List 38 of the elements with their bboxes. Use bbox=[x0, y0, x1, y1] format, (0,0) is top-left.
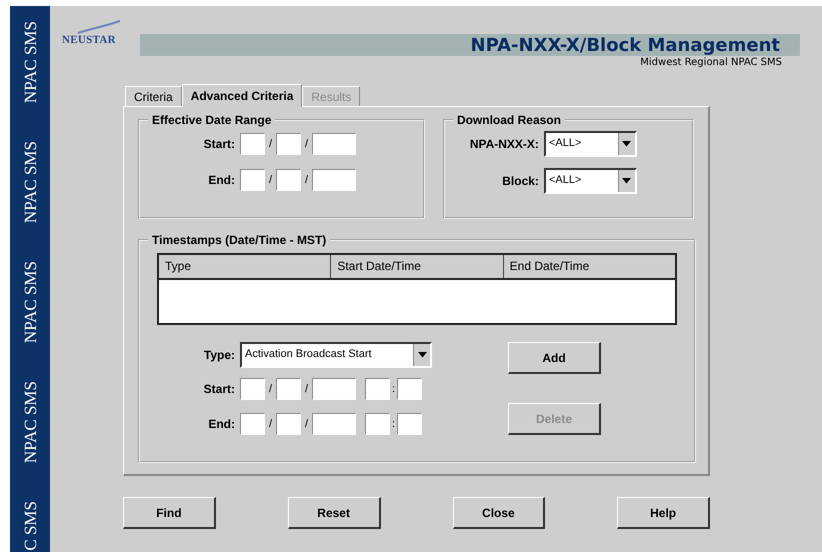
sidebar-label: NPAC SMS bbox=[22, 381, 38, 464]
action-button[interactable]: Find bbox=[123, 497, 216, 529]
action-button[interactable]: Reset bbox=[288, 497, 380, 529]
dropdown[interactable]: Activation Broadcast Start bbox=[240, 342, 432, 368]
field-label: Type: bbox=[202, 348, 235, 362]
dropdown[interactable]: <ALL> bbox=[544, 168, 637, 194]
sidebar-label: NPAC SMS bbox=[22, 21, 38, 104]
page-title: NPA-NXX-X/Block Management bbox=[470, 34, 780, 56]
add-button[interactable]: Add bbox=[508, 342, 601, 374]
dropdown[interactable]: <ALL> bbox=[544, 131, 637, 157]
separator: / bbox=[268, 418, 274, 430]
separator: / bbox=[268, 383, 274, 395]
sidebar-label: C SMS bbox=[22, 501, 38, 551]
group-title: Download Reason bbox=[456, 113, 562, 127]
tab[interactable]: Criteria bbox=[125, 86, 182, 106]
separator: : bbox=[390, 383, 396, 395]
group-title: Timestamps (Date/Time - MST) bbox=[151, 233, 328, 247]
field-label: Block: bbox=[501, 174, 539, 188]
separator: / bbox=[304, 418, 310, 430]
group-title: Effective Date Range bbox=[151, 113, 272, 127]
field-label: End: bbox=[207, 173, 235, 187]
separator: / bbox=[304, 174, 310, 186]
separator: : bbox=[390, 418, 396, 430]
action-button[interactable]: Help bbox=[617, 497, 710, 529]
logo-text: NEUSTAR bbox=[62, 34, 116, 46]
sidebar-label: NPAC SMS bbox=[22, 261, 38, 344]
separator: / bbox=[268, 174, 274, 186]
sidebar-label: NPAC SMS bbox=[22, 141, 38, 224]
separator: / bbox=[268, 138, 274, 150]
tab[interactable]: Advanced Criteria bbox=[182, 84, 302, 107]
page-subtitle: Midwest Regional NPAC SMS bbox=[639, 57, 783, 68]
field-label: Start: bbox=[202, 137, 235, 151]
action-button[interactable]: Close bbox=[452, 497, 546, 529]
separator: / bbox=[304, 383, 310, 395]
separator: / bbox=[304, 138, 310, 150]
field-label: NPA-NXX-X: bbox=[468, 137, 539, 151]
field-label: Start: bbox=[202, 382, 235, 396]
field-label: End: bbox=[207, 417, 235, 431]
